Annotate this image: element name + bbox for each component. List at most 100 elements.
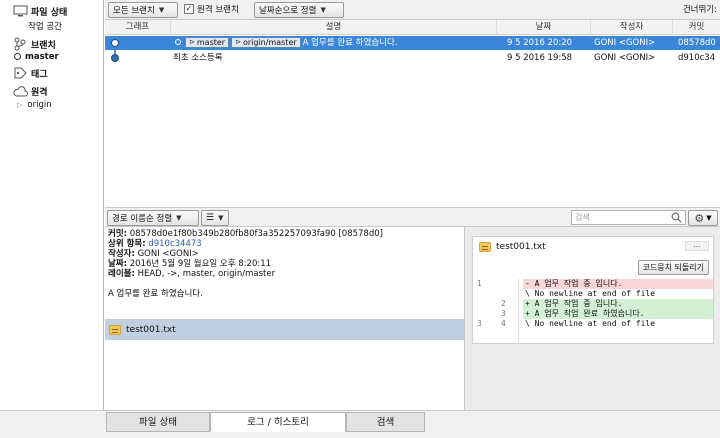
- file-row[interactable]: test001.txt: [105, 320, 464, 340]
- diff-line-text: \ No newline at end of file: [525, 319, 656, 328]
- details-author-line: 작성자: GONI <GONI>: [108, 249, 461, 259]
- diff-line-added: 2 + A 업무 작업 중 입니다.: [473, 299, 713, 309]
- diff-hunk: test001.txt ... 코드뭉치 되돌리기 1 - A 업무 작업 중 …: [472, 236, 714, 344]
- diff-line-context: \ No newline at end of file: [473, 289, 713, 299]
- commit-description-cell: ⊳ master ⊳ origin/master A 업무를 완료 하였습니다.: [175, 36, 497, 50]
- details-labels-value: HEAD, ->, master, origin/master: [137, 269, 276, 279]
- branch-filter-value: 모든 브랜치: [113, 6, 155, 16]
- sidebar-item-master[interactable]: master: [14, 52, 59, 62]
- new-line-number: 3: [501, 309, 506, 318]
- sidebar-section-file-status[interactable]: 파일 상태: [0, 4, 67, 18]
- sidebar-remotes-label: 원격: [31, 87, 48, 98]
- tab-file-status[interactable]: 파일 상태: [106, 412, 210, 432]
- search-placeholder: 검색: [575, 213, 590, 222]
- search-input[interactable]: 검색: [571, 210, 686, 225]
- branch-filter-dropdown[interactable]: 모든 브랜치 ▼: [108, 2, 178, 18]
- modified-file-icon: [479, 242, 491, 252]
- details-commit-line: 커밋: 08578d0e1f80b349b280fb80f3a352257093…: [108, 229, 461, 239]
- tab-search[interactable]: 검색: [346, 412, 425, 432]
- commit-table-header: 그래프 설명 날짜 작성자 커밋: [105, 20, 720, 35]
- details-parent-line: 상위 항목: d910c34473: [108, 239, 461, 249]
- remote-branch-tag[interactable]: ⊳ origin/master: [231, 37, 301, 48]
- details-author-value: GONI <GONI>: [137, 249, 199, 259]
- sidebar-branches-label: 브랜치: [31, 40, 56, 51]
- details-date-label: 날짜:: [108, 259, 128, 269]
- column-header-author[interactable]: 작성자: [591, 20, 673, 35]
- new-line-number: 4: [501, 319, 506, 328]
- sidebar-origin-label: origin: [27, 100, 52, 110]
- head-marker-icon: [175, 39, 181, 45]
- diff-lines: 1 - A 업무 작업 중 입니다. \ No newline at end o…: [473, 279, 713, 343]
- sidebar-section-remotes[interactable]: 원격: [0, 84, 48, 98]
- sort-order-dropdown[interactable]: 날짜순으로 정렬 ▼: [254, 2, 344, 18]
- tag-icon: ⊳: [235, 38, 241, 46]
- file-name: test001.txt: [126, 325, 176, 335]
- commit-hash: d910c34: [678, 53, 716, 63]
- gear-icon: ⚙: [694, 211, 705, 225]
- commit-description: A 업무를 완료 하였습니다.: [302, 38, 398, 48]
- diff-line-text: - A 업무 작업 중 입니다.: [523, 279, 713, 289]
- tag-icon: ⊳: [189, 38, 195, 46]
- more-options-button[interactable]: ...: [685, 241, 709, 251]
- sidebar-tags-label: 태그: [31, 69, 48, 80]
- chevron-down-icon: ▼: [320, 6, 326, 14]
- path-sort-dropdown[interactable]: 경로 이름순 정렬 ▼: [107, 210, 199, 226]
- details-author-label: 작성자:: [108, 249, 135, 259]
- old-line-number: 3: [477, 319, 482, 328]
- column-header-graph[interactable]: 그래프: [105, 20, 171, 35]
- old-line-number: 1: [477, 279, 482, 288]
- commit-hash: 08578d0: [678, 38, 716, 48]
- diff-line-added: 3 + A 업무 작업 완료 하였습니다.: [473, 309, 713, 319]
- changed-files-list: test001.txt: [105, 319, 465, 410]
- sidebar-section-tags[interactable]: 태그: [0, 66, 48, 80]
- chevron-down-icon: ▼: [176, 214, 182, 222]
- sidebar-file-status-label: 파일 상태: [31, 7, 68, 18]
- branch-tag-label: master: [196, 38, 226, 47]
- checkbox-checked-icon[interactable]: ✓: [184, 4, 194, 14]
- commit-row[interactable]: 최초 소스등록 9 5 2016 19:58 GONI <GONI> d910c…: [105, 51, 720, 65]
- branch-icon: [12, 37, 28, 51]
- search-icon[interactable]: [671, 212, 682, 227]
- diff-line-text: + A 업무 작업 완료 하였습니다.: [523, 309, 713, 319]
- new-line-number: 2: [501, 299, 506, 308]
- diff-line-text: \ No newline at end of file: [525, 289, 656, 298]
- column-header-description[interactable]: 설명: [171, 20, 497, 35]
- sidebar-section-branches[interactable]: 브랜치: [0, 37, 56, 51]
- view-tab-bar: 파일 상태 로그 / 히스토리 검색: [0, 410, 720, 438]
- commit-row[interactable]: ⊳ master ⊳ origin/master A 업무를 완료 하였습니다. 9 5…: [105, 36, 720, 50]
- settings-button[interactable]: ⚙ ▼: [688, 210, 718, 226]
- parent-commit-link[interactable]: d910c34473: [148, 239, 201, 249]
- sort-order-value: 날짜순으로 정렬: [259, 6, 317, 16]
- path-sort-value: 경로 이름순 정렬: [112, 214, 173, 224]
- commit-node-icon: [111, 39, 119, 47]
- revert-hunk-button[interactable]: 코드뭉치 되돌리기: [637, 260, 709, 275]
- details-parent-label: 상위 항목:: [108, 239, 146, 249]
- diff-file-name: test001.txt: [496, 242, 546, 252]
- modified-file-icon: [109, 325, 121, 335]
- remote-branch-tag-label: origin/master: [242, 38, 297, 47]
- view-mode-dropdown[interactable]: ☰ ▼: [201, 210, 229, 226]
- chevron-down-icon: ▼: [218, 214, 224, 222]
- remote-branches-checkbox[interactable]: ✓ 원격 브랜치: [184, 3, 239, 15]
- sidebar-item-workspace[interactable]: 작업 공간: [28, 20, 62, 32]
- column-header-date[interactable]: 날짜: [497, 20, 591, 35]
- sidebar: 파일 상태 작업 공간 브랜치 master 태그 원격 ▷ origin: [0, 0, 104, 438]
- branch-tag[interactable]: ⊳ master: [185, 37, 230, 48]
- column-header-commit[interactable]: 커밋: [673, 20, 720, 35]
- sidebar-master-label: master: [25, 52, 59, 62]
- details-date-value: 2016년 5월 9일 월요일 오후 8:20:11: [129, 259, 272, 269]
- tab-log-history[interactable]: 로그 / 히스토리: [210, 412, 346, 432]
- diff-line-context: 3 4 \ No newline at end of file: [473, 319, 713, 329]
- commit-date: 9 5 2016 19:58: [507, 53, 573, 63]
- commit-list: 그래프 설명 날짜 작성자 커밋 ⊳ master ⊳ origin/master A …: [105, 20, 720, 207]
- chevron-down-icon: ▼: [158, 6, 165, 14]
- file-list-toolbar: 경로 이름순 정렬 ▼ ☰ ▼: [105, 207, 465, 227]
- cloud-icon: [12, 84, 28, 98]
- skip-label[interactable]: 건너뛰기:: [683, 3, 717, 15]
- commit-author: GONI <GONI>: [594, 53, 656, 63]
- remote-branches-label: 원격 브랜치: [197, 5, 239, 15]
- details-commit-value: 08578d0e1f80b349b280fb80f3a352257093fa90…: [129, 229, 383, 239]
- sidebar-item-origin[interactable]: ▷ origin: [17, 100, 52, 110]
- expand-arrow-icon[interactable]: ▷: [17, 101, 22, 109]
- commit-node-icon: [111, 54, 119, 62]
